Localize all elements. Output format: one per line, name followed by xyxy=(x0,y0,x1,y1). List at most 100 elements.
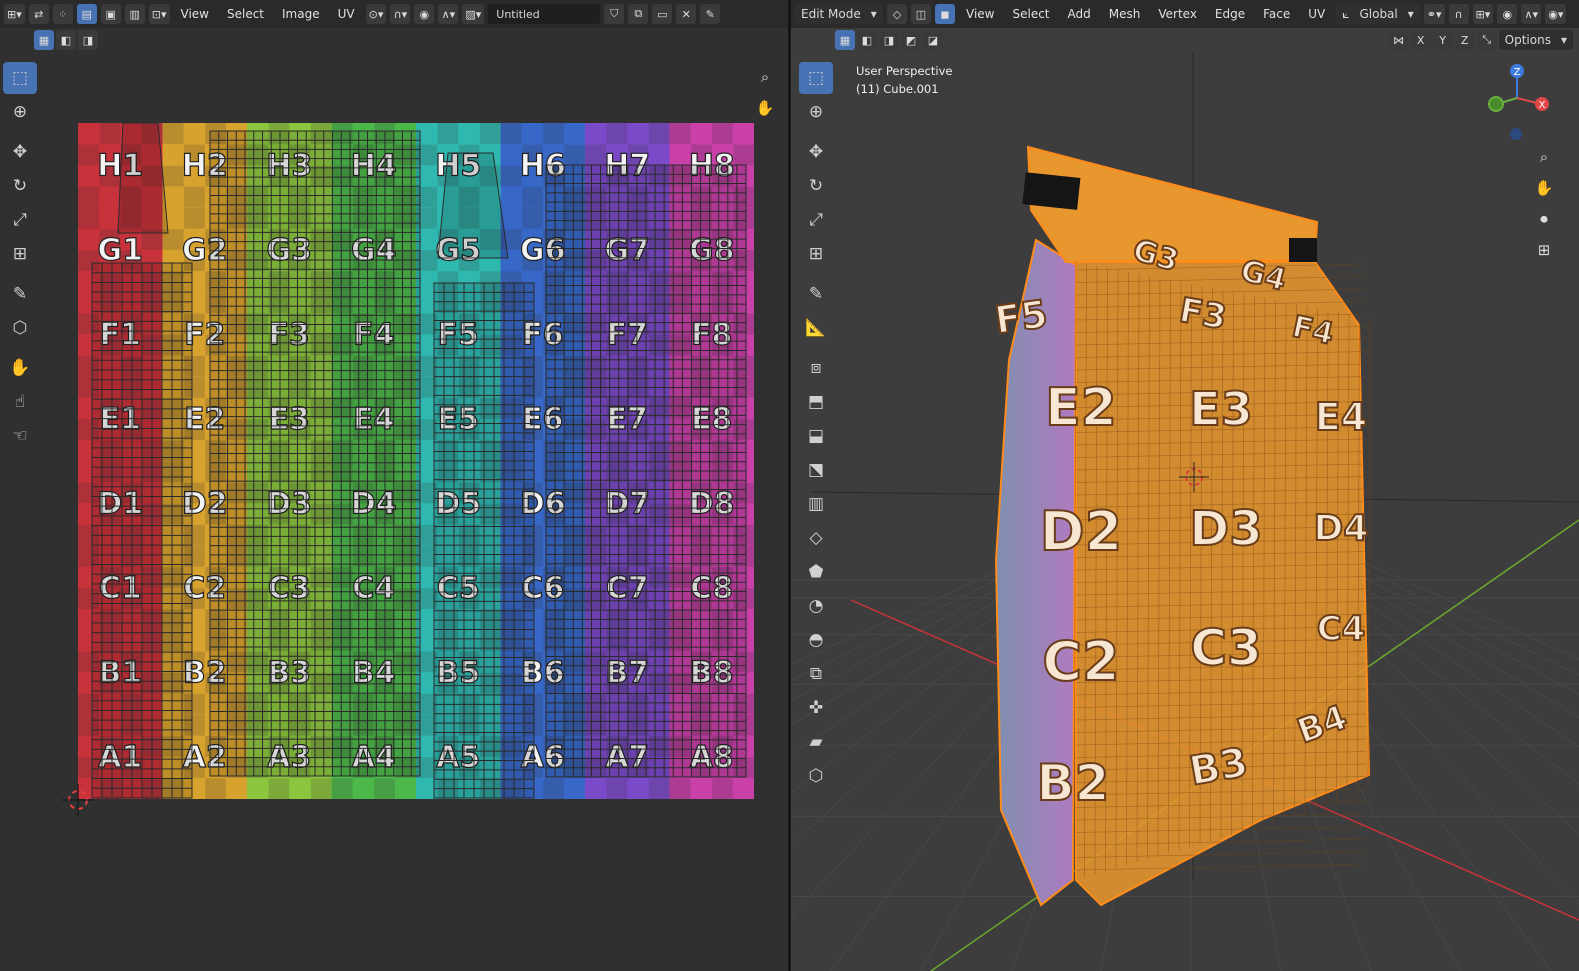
grab-sculpt-tool-icon[interactable]: ✋ xyxy=(3,352,37,384)
pinch-tool-icon[interactable]: ☜ xyxy=(3,420,37,452)
edge-mode-icon[interactable]: ◫ xyxy=(911,4,931,24)
neg-z-axis-icon[interactable] xyxy=(1510,128,1522,140)
uv-menu-image[interactable]: Image xyxy=(275,7,327,21)
3d-cursor-icon[interactable] xyxy=(1179,462,1209,492)
perspective-grid-icon[interactable]: ⊞ xyxy=(1531,237,1557,263)
select-invert-icon[interactable]: ◩ xyxy=(901,30,921,50)
mirror-z-button[interactable]: Z xyxy=(1454,30,1475,50)
extrude-tool-icon[interactable]: ⬒ xyxy=(799,386,833,418)
image-browse-icon[interactable]: ▨▾ xyxy=(462,4,485,24)
knife-tool-icon[interactable]: ◇ xyxy=(799,522,833,554)
vp-menu-edge[interactable]: Edge xyxy=(1208,7,1252,21)
vp-menu-face[interactable]: Face xyxy=(1256,7,1297,21)
fake-user-icon[interactable]: ⛉ xyxy=(604,4,625,24)
navigation-gizmo[interactable]: Z X xyxy=(1479,60,1559,150)
cursor-tool-icon[interactable]: ⊕ xyxy=(799,96,833,128)
select-extend-icon[interactable]: ◧ xyxy=(857,30,877,50)
uv-island-bag-back[interactable] xyxy=(545,164,747,778)
move-tool-icon[interactable]: ✥ xyxy=(799,136,833,168)
pivot-icon[interactable]: ⊙▾ xyxy=(365,4,387,24)
vp-menu-uv[interactable]: UV xyxy=(1301,7,1332,21)
vp-menu-vertex[interactable]: Vertex xyxy=(1151,7,1204,21)
auto-merge-icon[interactable]: ⤡ xyxy=(1476,30,1497,50)
select-mode-extend-icon[interactable]: ◧ xyxy=(56,30,76,50)
smooth-tool-icon[interactable]: ◓ xyxy=(799,624,833,656)
island-select-icon[interactable]: ▥ xyxy=(124,4,145,24)
pivot-point-icon[interactable]: ⚭▾ xyxy=(1423,4,1445,24)
select-box-tool-icon[interactable]: ⬚ xyxy=(3,62,37,94)
uv-island-bag-front[interactable] xyxy=(209,130,421,777)
shear-tool-icon[interactable]: ▰ xyxy=(799,726,833,758)
3d-viewport-pane[interactable]: Edit Mode ▾ ◇ ◫ ◼ View Select Add Mesh Ve… xyxy=(791,0,1579,971)
annotate-tool-icon[interactable]: ✎ xyxy=(3,278,37,310)
select-intersect-icon[interactable]: ◪ xyxy=(923,30,943,50)
rotate-tool-icon[interactable]: ↻ xyxy=(799,170,833,202)
zoom-icon[interactable]: ⌕ xyxy=(752,64,778,90)
falloff-icon[interactable]: ∧▾ xyxy=(438,4,459,24)
snap-target-icon[interactable]: ⊞▾ xyxy=(1472,4,1494,24)
vp-menu-add[interactable]: Add xyxy=(1061,7,1098,21)
image-name-field[interactable]: Untitled xyxy=(488,4,601,24)
vp-menu-view[interactable]: View xyxy=(959,7,1001,21)
select-new-icon[interactable]: ▦ xyxy=(835,30,855,50)
falloff-curve-icon[interactable]: ∧▾ xyxy=(1521,4,1542,24)
bevel-tool-icon[interactable]: ⬔ xyxy=(799,454,833,486)
loop-cut-tool-icon[interactable]: ▥ xyxy=(799,488,833,520)
pan-hand-icon[interactable]: ✋ xyxy=(1531,175,1557,201)
sync-selection-icon[interactable]: ⇄ xyxy=(28,4,49,24)
mode-dropdown[interactable]: Edit Mode ▾ xyxy=(795,4,883,24)
uv-menu-view[interactable]: View xyxy=(174,7,216,21)
select-subtract-icon[interactable]: ◨ xyxy=(879,30,899,50)
mirror-y-button[interactable]: Y xyxy=(1432,30,1453,50)
rip-tool-icon[interactable]: ⬡ xyxy=(799,760,833,792)
visibility-icon[interactable]: ◉▾ xyxy=(1545,4,1567,24)
proportional-edit-icon[interactable]: ◉ xyxy=(414,4,435,24)
annotate-tool-icon[interactable]: ✎ xyxy=(799,278,833,310)
uv-editor-pane[interactable]: ⊞▾ ⇄ ⁘ ▤ ▣ ▥ ⊡▾ View Select Image UV ⊙▾ … xyxy=(0,0,788,971)
vertex-mode-icon[interactable]: ◇ xyxy=(887,4,907,24)
open-image-icon[interactable]: ▭ xyxy=(652,4,673,24)
vertex-select-icon[interactable]: ⁘ xyxy=(52,4,73,24)
face-mode-icon[interactable]: ◼ xyxy=(935,4,955,24)
vp-menu-select[interactable]: Select xyxy=(1005,7,1056,21)
relax-tool-icon[interactable]: ☝ xyxy=(3,386,37,418)
edge-select-icon[interactable]: ▤ xyxy=(76,4,97,24)
new-image-icon[interactable]: ⧉ xyxy=(628,4,649,24)
snap-magnet-icon[interactable]: ∩ xyxy=(1448,4,1469,24)
move-tool-icon[interactable]: ✥ xyxy=(3,136,37,168)
select-mode-new-icon[interactable]: ▦ xyxy=(34,30,54,50)
options-dropdown[interactable]: Options ▾ xyxy=(1498,30,1573,50)
camera-icon[interactable]: ⏺ xyxy=(1531,206,1557,232)
cursor-tool-icon[interactable]: ⊕ xyxy=(3,96,37,128)
measure-tool-icon[interactable]: 📐 xyxy=(799,312,833,344)
editor-type-icon[interactable]: ⊞▾ xyxy=(4,4,25,24)
uv-menu-uv[interactable]: UV xyxy=(331,7,362,21)
pan-hand-icon[interactable]: ✋ xyxy=(752,95,778,121)
poly-build-tool-icon[interactable]: ⬟ xyxy=(799,556,833,588)
inset-tool-icon[interactable]: ⬓ xyxy=(799,420,833,452)
spin-tool-icon[interactable]: ◔ xyxy=(799,590,833,622)
select-mode-subtract-icon[interactable]: ◨ xyxy=(78,30,98,50)
proportional-editing-icon[interactable]: ◉ xyxy=(1497,4,1518,24)
zoom-icon[interactable]: ⌕ xyxy=(1531,144,1557,170)
shrink-fatten-tool-icon[interactable]: ✜ xyxy=(799,692,833,724)
uv-island-bottle-left[interactable] xyxy=(91,262,193,799)
transform-orientation-dropdown[interactable]: ⟀ Global ▾ xyxy=(1336,4,1420,24)
scale-tool-icon[interactable]: ⤢ xyxy=(3,204,37,236)
rotate-tool-icon[interactable]: ↻ xyxy=(3,170,37,202)
vp-menu-mesh[interactable]: Mesh xyxy=(1102,7,1148,21)
sticky-selection-icon[interactable]: ⊡▾ xyxy=(148,4,170,24)
mirror-icon[interactable]: ⋈ xyxy=(1388,30,1409,50)
add-cube-tool-icon[interactable]: ⧈ xyxy=(799,352,833,384)
select-box-tool-icon[interactable]: ⬚ xyxy=(799,62,833,94)
uv-island-bottle-right[interactable] xyxy=(433,282,535,799)
neg-y-axis-icon[interactable] xyxy=(1488,96,1504,112)
edge-slide-tool-icon[interactable]: ⧉ xyxy=(799,658,833,690)
transform-tool-icon[interactable]: ⊞ xyxy=(799,238,833,270)
uv-menu-select[interactable]: Select xyxy=(220,7,271,21)
unlink-image-icon[interactable]: ✕ xyxy=(676,4,697,24)
transform-tool-icon[interactable]: ⊞ xyxy=(3,238,37,270)
uv-grid-canvas[interactable]: H1H2H3H4H5H6H7H8G1G2G3G4G5G6G7G8F1F2F3F4… xyxy=(78,123,754,799)
pin-icon[interactable]: ✎ xyxy=(700,4,721,24)
face-select-icon[interactable]: ▣ xyxy=(100,4,121,24)
